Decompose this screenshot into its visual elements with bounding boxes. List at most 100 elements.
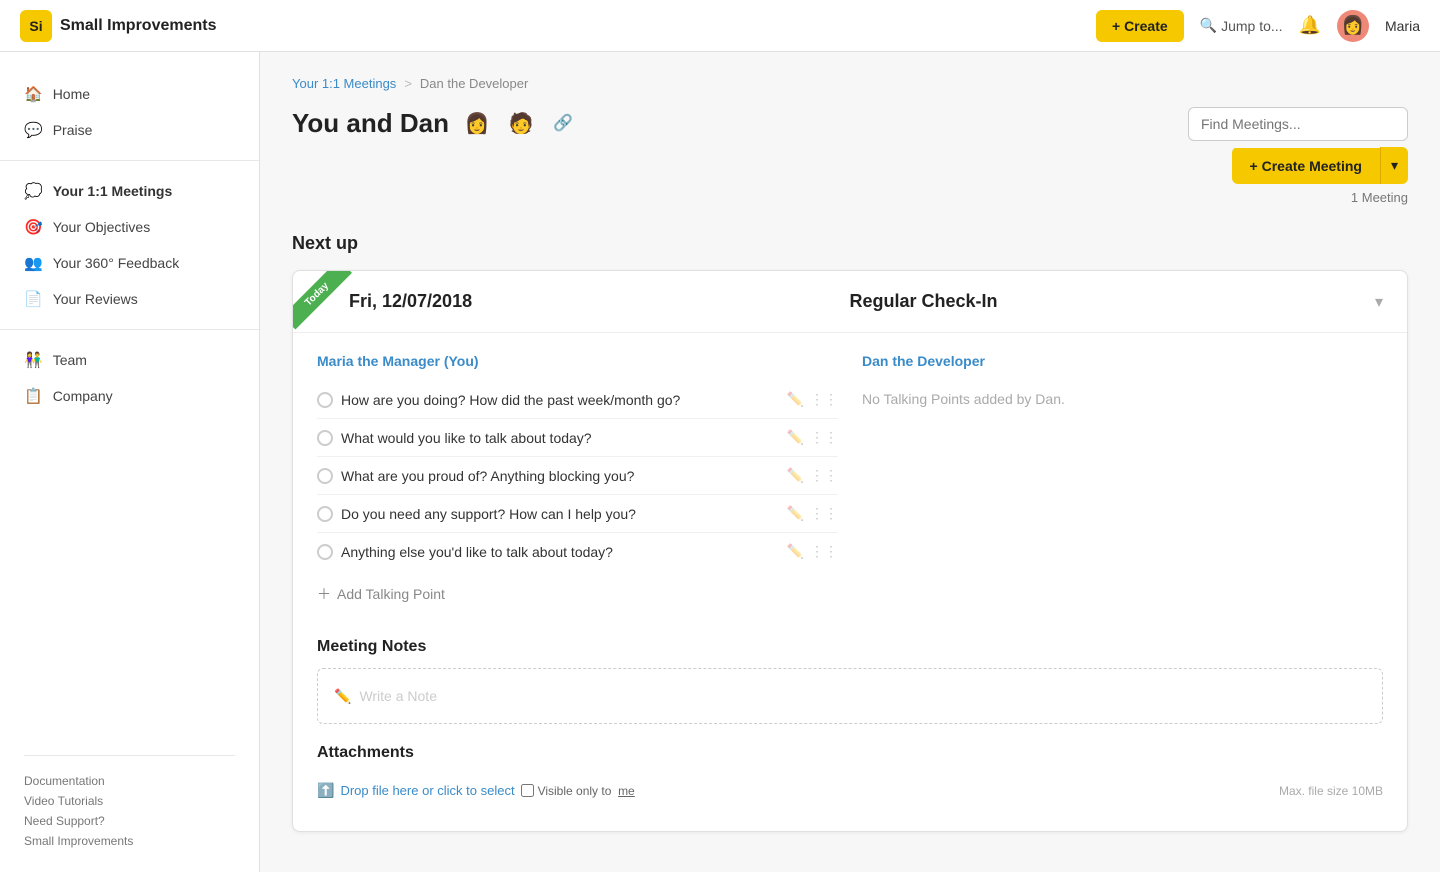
footer-link-small-improvements[interactable]: Small Improvements (24, 834, 235, 848)
footer-link-need-support[interactable]: Need Support? (24, 814, 235, 828)
talking-point-actions-2: ✏️ ⋮⋮ (787, 467, 838, 484)
meeting-card-header: Today Fri, 12/07/2018 Regular Check-In ▾ (293, 271, 1407, 333)
sidebar-icon-reviews: 📄 (24, 290, 43, 308)
meeting-columns: Maria the Manager (You) How are you doin… (317, 333, 1383, 614)
find-meetings-input[interactable] (1188, 107, 1408, 141)
talking-point-0: How are you doing? How did the past week… (317, 381, 838, 419)
file-size-info: Max. file size 10MB (1279, 784, 1383, 798)
add-talking-point-button[interactable]: ＋ Add Talking Point (317, 574, 838, 614)
footer-link-documentation[interactable]: Documentation (24, 774, 235, 788)
jump-to-button[interactable]: 🔍 Jump to... (1200, 17, 1283, 34)
attachment-drop-zone: ⬆️ Drop file here or click to select Vis… (317, 774, 1383, 807)
sidebar-nav: 🏠Home 💬 Praise 💭 Your 1:1 Meetings 🎯 Your Obje… (0, 76, 259, 414)
talking-point-checkbox-4[interactable] (317, 544, 333, 560)
edit-icon-1[interactable]: ✏️ (787, 429, 804, 446)
sidebar-divider (0, 329, 259, 330)
edit-icon-0[interactable]: ✏️ (787, 391, 804, 408)
talking-point-checkbox-2[interactable] (317, 468, 333, 484)
brand-section: Si Small Improvements (20, 10, 217, 42)
talking-point-1: What would you like to talk about today?… (317, 419, 838, 457)
breadcrumb-parent[interactable]: Your 1:1 Meetings (292, 76, 396, 91)
sidebar-icon-team: 👫 (24, 351, 43, 369)
drag-icon-1[interactable]: ⋮⋮ (810, 429, 838, 446)
sidebar-item-praise[interactable]: 💬 Praise (0, 112, 259, 148)
talking-point-actions-1: ✏️ ⋮⋮ (787, 429, 838, 446)
developer-column: Dan the Developer No Talking Points adde… (862, 353, 1383, 614)
create-button[interactable]: + Create (1096, 10, 1184, 42)
sidebar-label-praise: Praise (53, 122, 93, 138)
footer-link-video-tutorials[interactable]: Video Tutorials (24, 794, 235, 808)
manager-column: Maria the Manager (You) How are you doin… (317, 353, 838, 614)
sidebar-icon-praise: 💬 (24, 121, 43, 139)
create-meeting-dropdown[interactable]: ▾ (1380, 147, 1408, 184)
sidebar-icon-company: 📋 (24, 387, 43, 405)
talking-point-checkbox-1[interactable] (317, 430, 333, 446)
edit-icon-4[interactable]: ✏️ (787, 543, 804, 560)
create-meeting-wrapper: + Create Meeting ▾ (1232, 147, 1408, 184)
add-icon: ＋ (317, 584, 331, 604)
sidebar-item-feedback[interactable]: 👥 Your 360° Feedback (0, 245, 259, 281)
talking-point-text-0: How are you doing? How did the past week… (341, 392, 779, 408)
create-meeting-button[interactable]: + Create Meeting (1232, 148, 1380, 184)
page-title: You and Dan (292, 108, 449, 139)
upload-icon: ⬆️ (317, 782, 334, 799)
drag-icon-4[interactable]: ⋮⋮ (810, 543, 838, 560)
sidebar-icon-objectives: 🎯 (24, 218, 43, 236)
sidebar: 🏠Home 💬 Praise 💭 Your 1:1 Meetings 🎯 Your Obje… (0, 52, 260, 872)
meeting-notes-section: Meeting Notes ✏️ Write a Note (317, 638, 1383, 724)
talking-point-checkbox-0[interactable] (317, 392, 333, 408)
meeting-collapse-icon[interactable]: ▾ (1375, 292, 1383, 312)
notifications-icon[interactable]: 🔔 (1299, 15, 1321, 36)
today-badge: Today (293, 271, 352, 330)
edit-icon-3[interactable]: ✏️ (787, 505, 804, 522)
drag-icon-0[interactable]: ⋮⋮ (810, 391, 838, 408)
sidebar-footer: Documentation Video Tutorials Need Support… (0, 719, 259, 872)
sidebar-item-home[interactable]: 🏠Home (0, 76, 259, 112)
avatar-emoji: 👩 (1342, 15, 1364, 36)
talking-point-actions-4: ✏️ ⋮⋮ (787, 543, 838, 560)
sidebar-label-feedback: Your 360° Feedback (53, 255, 180, 271)
sidebar-item-company[interactable]: 📋Company (0, 378, 259, 414)
sidebar-label-meetings: Your 1:1 Meetings (53, 183, 173, 199)
drag-icon-2[interactable]: ⋮⋮ (810, 467, 838, 484)
meeting-count: 1 Meeting (1351, 190, 1408, 205)
breadcrumb-current: Dan the Developer (420, 76, 528, 91)
talking-point-checkbox-3[interactable] (317, 506, 333, 522)
sidebar-item-objectives[interactable]: 🎯 Your Objectives (0, 209, 259, 245)
sidebar-icon-meetings: 💭 (24, 182, 43, 200)
meeting-notes-input[interactable]: ✏️ Write a Note (317, 668, 1383, 724)
manager-column-header[interactable]: Maria the Manager (You) (317, 353, 838, 369)
attachments-section: Attachments ⬆️ Drop file here or click t… (317, 744, 1383, 807)
topnav-right: + Create 🔍 Jump to... 🔔 👩 Maria (1096, 10, 1420, 42)
developer-column-header[interactable]: Dan the Developer (862, 353, 1383, 369)
visible-only-checkbox[interactable] (521, 784, 534, 797)
user-avatar[interactable]: 👩 (1337, 10, 1369, 42)
link-icon[interactable]: 🔗 (553, 113, 573, 133)
brand-name: Small Improvements (60, 17, 217, 35)
sidebar-icon-feedback: 👥 (24, 254, 43, 272)
drag-icon-3[interactable]: ⋮⋮ (810, 505, 838, 522)
pencil-icon: ✏️ (334, 688, 351, 705)
sidebar-label-objectives: Your Objectives (53, 219, 151, 235)
header-actions: + Create Meeting ▾ 1 Meeting (1188, 107, 1408, 205)
avatar-manager: 👩 (461, 107, 493, 139)
talking-point-text-2: What are you proud of? Anything blocking… (341, 468, 779, 484)
sidebar-item-reviews[interactable]: 📄Your Reviews (0, 281, 259, 317)
talking-point-actions-3: ✏️ ⋮⋮ (787, 505, 838, 522)
sidebar-item-meetings[interactable]: 💭 Your 1:1 Meetings (0, 173, 259, 209)
add-talking-point-label: Add Talking Point (337, 586, 445, 602)
talking-point-2: What are you proud of? Anything blocking… (317, 457, 838, 495)
edit-icon-2[interactable]: ✏️ (787, 467, 804, 484)
breadcrumb: Your 1:1 Meetings > Dan the Developer (292, 76, 1408, 91)
meeting-date: Fri, 12/07/2018 (349, 291, 472, 312)
sidebar-footer-divider (24, 755, 235, 756)
meeting-body: Maria the Manager (You) How are you doin… (293, 333, 1407, 831)
sidebar-icon-home: 🏠 (24, 85, 43, 103)
user-name[interactable]: Maria (1385, 18, 1420, 34)
drop-file-label[interactable]: Drop file here or click to select (340, 783, 514, 798)
page-header: You and Dan 👩 🧑 🔗 + Create Meeting ▾ 1 M… (292, 107, 1408, 205)
sidebar-item-team[interactable]: 👫Team (0, 342, 259, 378)
topnav: Si Small Improvements + Create 🔍 Jump to… (0, 0, 1440, 52)
search-icon: 🔍 (1200, 17, 1217, 34)
visible-only-checkbox-label[interactable]: Visible only to me (521, 784, 635, 798)
